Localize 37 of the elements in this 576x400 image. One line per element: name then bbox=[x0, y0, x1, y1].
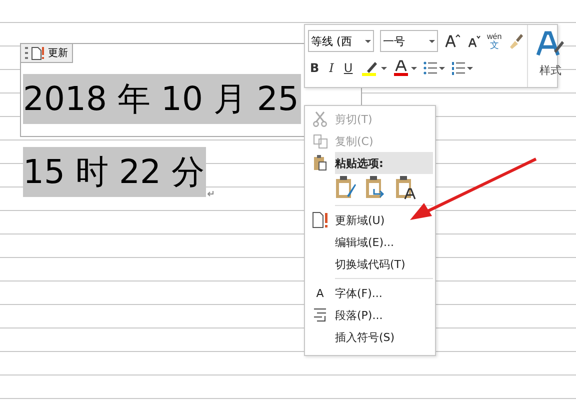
paste-options-header: 粘贴选项: bbox=[335, 152, 433, 174]
selected-date-text: 2018 年 10 月 25 bbox=[23, 74, 301, 124]
update-field-icon bbox=[312, 212, 328, 228]
menu-item[interactable]: 切换域代码(T) bbox=[305, 253, 435, 275]
italic-button[interactable]: I bbox=[327, 61, 336, 75]
menu-item[interactable]: 插入符号(S) bbox=[305, 326, 435, 348]
styles-button[interactable]: 样式 bbox=[526, 25, 574, 87]
menu-item[interactable]: 更新域(U) bbox=[305, 209, 435, 231]
phonetic-guide-button[interactable]: wén 文 bbox=[487, 32, 502, 50]
menu-item[interactable]: 编辑域(E)... bbox=[305, 231, 435, 253]
paste-keep-formatting-icon[interactable] bbox=[335, 176, 357, 200]
grip-icon bbox=[25, 47, 28, 59]
font-icon: A bbox=[316, 286, 324, 300]
paragraph-mark-icon bbox=[207, 191, 214, 197]
bullet-list-icon[interactable] bbox=[422, 61, 437, 75]
clipboard-icon bbox=[313, 155, 327, 171]
size-dropdown[interactable]: 一号 bbox=[380, 30, 438, 52]
paste-merge-icon[interactable] bbox=[365, 176, 387, 200]
update-field-button[interactable]: 更新 bbox=[20, 43, 73, 63]
update-field-icon bbox=[31, 46, 45, 60]
paste-text-only-icon[interactable] bbox=[395, 176, 417, 200]
bold-button[interactable]: B bbox=[308, 61, 322, 75]
selected-time-text: 15 时 22 分 bbox=[23, 147, 206, 197]
highlight-icon[interactable] bbox=[360, 60, 379, 76]
shrink-font-icon[interactable] bbox=[466, 33, 481, 49]
copy-icon bbox=[312, 134, 328, 148]
grow-font-icon[interactable] bbox=[444, 33, 460, 49]
paragraph-icon bbox=[313, 308, 327, 322]
font-dropdown[interactable]: 等线 (西 bbox=[308, 30, 374, 52]
menu-item[interactable]: A 字体(F)... bbox=[305, 282, 435, 304]
styles-icon bbox=[536, 31, 566, 57]
format-painter-icon[interactable] bbox=[508, 33, 524, 49]
scissors-icon bbox=[313, 111, 327, 127]
font-color-icon[interactable] bbox=[392, 60, 409, 76]
underline-button[interactable]: U bbox=[342, 61, 355, 75]
menu-item[interactable]: 段落(P)... bbox=[305, 304, 435, 326]
numbered-list-icon[interactable] bbox=[450, 61, 465, 75]
